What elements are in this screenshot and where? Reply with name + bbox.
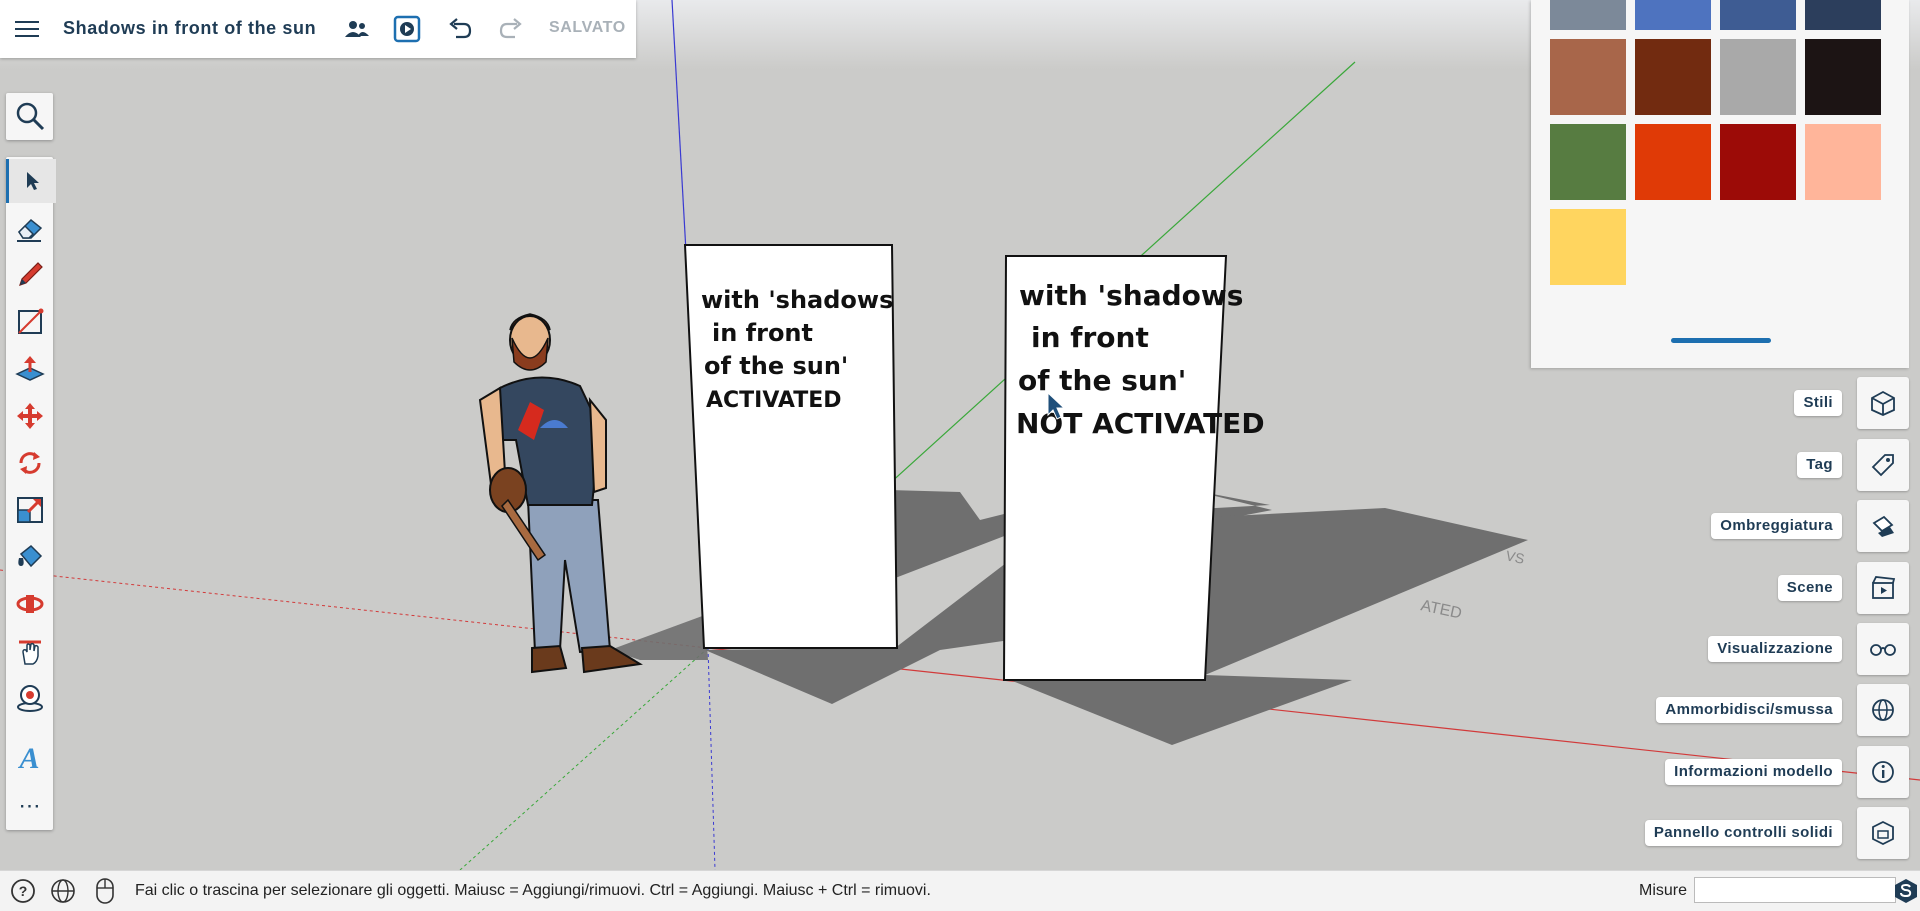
search-tool[interactable]: [6, 94, 53, 138]
orbit-tool[interactable]: [6, 582, 53, 626]
sign-right-line-3: of the sun': [1018, 364, 1186, 397]
color-swatch[interactable]: [1550, 39, 1626, 115]
display-button[interactable]: [1857, 623, 1909, 675]
measurements-input[interactable]: [1694, 877, 1896, 903]
tray-label-styles[interactable]: Stili: [1794, 390, 1842, 416]
position-camera-tool[interactable]: [6, 676, 53, 720]
text-tool-icon: A: [19, 742, 40, 775]
hamburger-menu-icon[interactable]: [14, 17, 40, 41]
tray-label-shadows[interactable]: Ombreggiatura: [1711, 513, 1842, 539]
select-tool[interactable]: [6, 159, 56, 203]
shadows-icon: [1872, 515, 1894, 537]
scenes-icon: [1872, 576, 1896, 599]
mouse-icon[interactable]: [95, 877, 115, 910]
tag-icon: [1871, 454, 1894, 477]
eraser-tool[interactable]: [6, 206, 53, 250]
undo-icon[interactable]: [447, 17, 473, 41]
sign-right-line-1: with 'shadows: [1019, 279, 1243, 312]
sign-right-line-4: NOT ACTIVATED: [1016, 407, 1265, 440]
soften-button[interactable]: [1857, 684, 1909, 736]
color-swatch[interactable]: [1805, 0, 1881, 30]
color-swatch[interactable]: [1720, 124, 1796, 200]
styles-icon: [1871, 390, 1895, 416]
rotate-icon: [19, 452, 40, 474]
color-swatch[interactable]: [1550, 0, 1626, 30]
sign-shadows-activated[interactable]: with 'shadows in front of the sun' ACTIV…: [683, 244, 899, 649]
more-tools-button[interactable]: ⋯: [6, 784, 53, 828]
save-status: SALVATO: [549, 19, 626, 36]
tray-label-display[interactable]: Visualizzazione: [1708, 636, 1842, 662]
search-icon: [16, 102, 44, 131]
eraser-icon: [16, 218, 42, 242]
document-title[interactable]: Shadows in front of the sun: [63, 18, 316, 39]
tag-button[interactable]: [1857, 439, 1909, 491]
sign-left-line-3: of the sun': [704, 352, 848, 380]
color-swatch[interactable]: [1635, 0, 1711, 30]
top-title-bar: Shadows in front of the sun SALVATO: [0, 0, 636, 58]
pan-hand-icon: [18, 640, 41, 665]
paint-bucket-icon: [17, 544, 42, 568]
shadows-button[interactable]: [1857, 500, 1909, 552]
materials-color-panel: [1531, 0, 1909, 368]
solid-inspector-icon: [1872, 820, 1894, 846]
tray-label-tag[interactable]: Tag: [1797, 452, 1842, 478]
tray-label-model-info[interactable]: Informazioni modello: [1665, 759, 1842, 785]
styles-button[interactable]: [1857, 377, 1909, 429]
rotate-tool[interactable]: [6, 441, 53, 485]
color-swatch[interactable]: [1720, 39, 1796, 115]
move-tool[interactable]: [6, 394, 53, 438]
orbit-icon: [16, 595, 43, 613]
scale-icon: [16, 497, 43, 523]
scenes-button[interactable]: [1857, 562, 1909, 614]
push-pull-icon: [14, 356, 45, 381]
rectangle-icon: [17, 308, 43, 334]
color-swatch[interactable]: [1805, 124, 1881, 200]
sign-left-line-2: in front: [712, 319, 813, 347]
position-camera-icon: [16, 685, 43, 712]
color-swatch[interactable]: [1720, 0, 1796, 30]
tools-toolbar: A ⋯: [6, 157, 56, 830]
model-info-button[interactable]: [1857, 746, 1909, 798]
select-arrow-icon: [26, 172, 39, 190]
help-icon[interactable]: ?: [10, 878, 36, 909]
pan-tool[interactable]: [6, 629, 53, 673]
color-swatch[interactable]: [1550, 209, 1626, 285]
push-pull-tool[interactable]: [6, 347, 53, 391]
redo-icon[interactable]: [498, 17, 524, 41]
sign-left-line-4: ACTIVATED: [706, 388, 842, 413]
panel-scrollbar[interactable]: [1671, 338, 1771, 343]
info-icon: [1872, 761, 1894, 783]
color-swatch[interactable]: [1635, 124, 1711, 200]
color-swatch[interactable]: [1805, 39, 1881, 115]
users-icon[interactable]: [344, 18, 370, 40]
more-icon: ⋯: [18, 793, 41, 818]
color-swatch[interactable]: [1550, 124, 1626, 200]
solid-inspector-button[interactable]: [1857, 807, 1909, 859]
play-scene-icon[interactable]: [393, 15, 421, 43]
sign-right-line-2: in front: [1031, 321, 1149, 354]
color-swatch[interactable]: [1635, 39, 1711, 115]
paint-bucket-tool[interactable]: [6, 535, 53, 579]
sketchup-logo-icon[interactable]: [1893, 878, 1919, 909]
rectangle-tool[interactable]: [6, 300, 53, 344]
soften-globe-icon: [1872, 699, 1894, 721]
search-toolbar: [6, 93, 53, 140]
status-bar: ? Fai clic o trascina per selezionare gl…: [0, 870, 1920, 911]
pencil-tool[interactable]: [6, 253, 53, 297]
scale-tool[interactable]: [6, 488, 53, 532]
svg-text:?: ?: [19, 883, 28, 899]
tray-label-soften[interactable]: Ammorbidisci/smussa: [1656, 697, 1842, 723]
pencil-icon: [18, 262, 43, 286]
text-tool[interactable]: A: [6, 737, 53, 781]
display-glasses-icon: [1870, 644, 1896, 656]
tray-label-scenes[interactable]: Scene: [1777, 575, 1842, 601]
status-hint-text: Fai clic o trascina per selezionare gli …: [135, 882, 931, 899]
measurements-label: Misure: [1639, 882, 1688, 899]
language-globe-icon[interactable]: [50, 878, 76, 909]
sign-left-line-1: with 'shadows: [701, 286, 893, 314]
move-icon: [16, 403, 43, 429]
tray-label-solid-inspector[interactable]: Pannello controlli solidi: [1644, 820, 1842, 846]
